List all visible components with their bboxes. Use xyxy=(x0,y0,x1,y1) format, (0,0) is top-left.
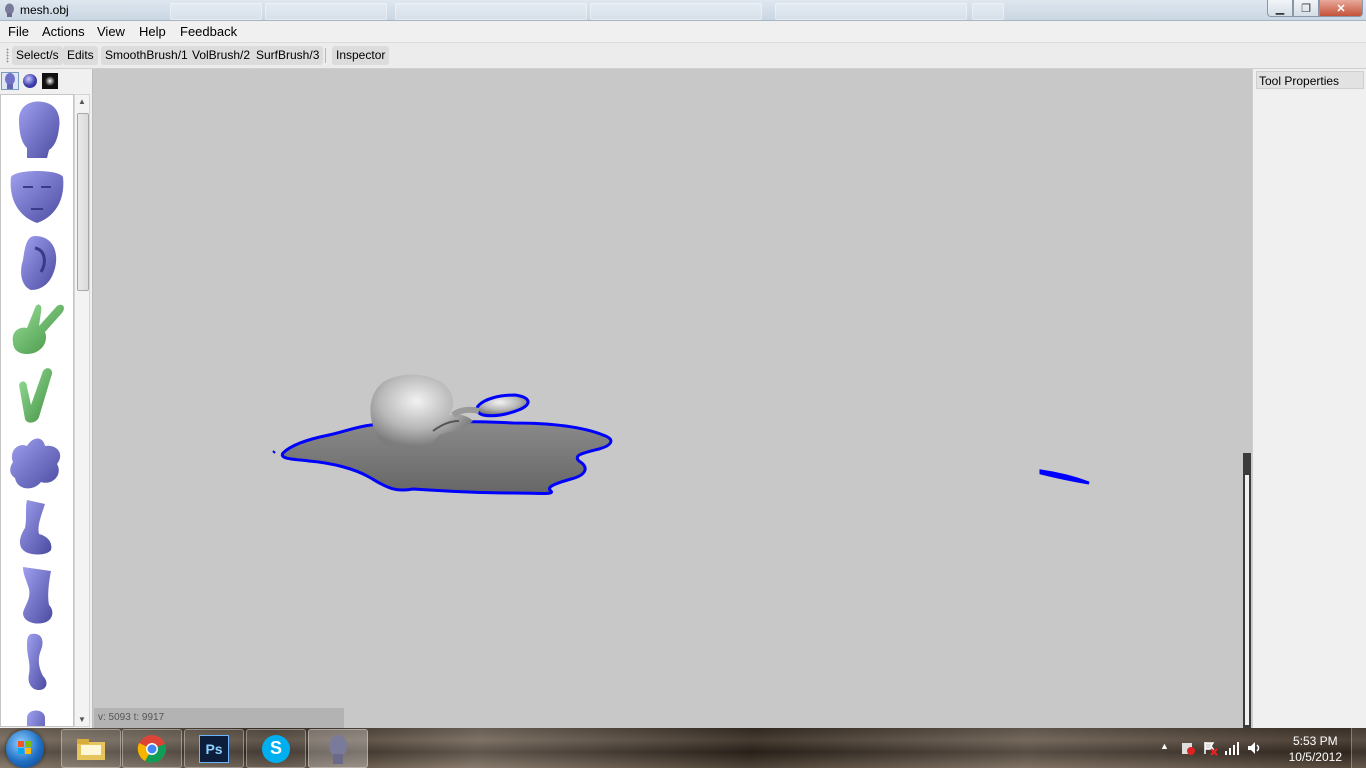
windows-logo-icon xyxy=(18,741,31,754)
skype-label: S xyxy=(262,734,290,763)
toolbar: Select/s Edits SmoothBrush/1 VolBrush/2 … xyxy=(0,43,1366,69)
skype-app-icon[interactable]: S xyxy=(246,729,306,768)
select-button[interactable]: Select/s xyxy=(12,46,63,65)
stray-selection xyxy=(1039,469,1090,485)
menu-bar: File Actions View Help Feedback xyxy=(0,21,1366,43)
mesh-list xyxy=(0,94,74,727)
taskbar: Ps S ▲ 5:53 PM 10/5/2012 xyxy=(0,728,1366,768)
face-mesh-icon[interactable] xyxy=(5,165,69,227)
volbrush-button[interactable]: VolBrush/2 xyxy=(188,46,255,65)
mesh-list-scrollbar[interactable]: ▲ ▼ xyxy=(74,94,90,727)
meshmixer-app-icon[interactable] xyxy=(308,729,368,768)
action-center-icon[interactable] xyxy=(1202,740,1218,756)
ear-mesh-icon[interactable] xyxy=(5,232,69,294)
bunny-mesh-icon[interactable] xyxy=(5,298,69,360)
sphere-tab-icon[interactable] xyxy=(21,72,39,90)
explorer-app-icon[interactable] xyxy=(61,729,121,768)
edits-button[interactable]: Edits xyxy=(63,46,98,65)
photoshop-app-icon[interactable]: Ps xyxy=(184,729,244,768)
show-desktop-button[interactable] xyxy=(1351,728,1366,768)
tool-properties-panel: Tool Properties xyxy=(1252,69,1366,728)
toolbar-separator xyxy=(325,48,326,63)
scrollbar-thumb[interactable] xyxy=(77,113,89,291)
toolbar-grip[interactable] xyxy=(6,48,9,63)
texture-tab-icon[interactable] xyxy=(41,72,59,90)
security-alert-icon[interactable] xyxy=(1180,740,1196,756)
surfbrush-button[interactable]: SurfBrush/3 xyxy=(252,46,324,65)
partial-mesh-icon[interactable] xyxy=(5,698,69,727)
blob-mesh-icon[interactable] xyxy=(5,432,69,494)
smoothbrush-button[interactable]: SmoothBrush/1 xyxy=(101,46,192,65)
show-hidden-icons-arrow-icon[interactable]: ▲ xyxy=(1160,741,1169,751)
inspector-button[interactable]: Inspector xyxy=(332,46,390,65)
menu-help[interactable]: Help xyxy=(139,24,166,39)
ankle-mesh-icon[interactable] xyxy=(5,632,69,694)
3d-viewport[interactable] xyxy=(93,69,1251,728)
system-tray: ▲ 5:53 PM 10/5/2012 xyxy=(1156,728,1366,768)
maximize-button[interactable]: ❐ xyxy=(1293,0,1319,17)
leg-mesh-icon[interactable] xyxy=(5,565,69,627)
start-button[interactable] xyxy=(6,730,44,768)
chrome-app-icon[interactable] xyxy=(122,729,182,768)
tool-properties-header[interactable]: Tool Properties xyxy=(1256,71,1364,89)
foot-mesh-icon[interactable] xyxy=(5,498,69,560)
mesh-stats: v: 5093 t: 9917 xyxy=(94,708,344,728)
menu-feedback[interactable]: Feedback xyxy=(180,24,237,39)
app-head-icon xyxy=(5,3,14,17)
scene-render xyxy=(272,374,1090,495)
close-button[interactable]: ✕ xyxy=(1319,0,1363,17)
network-signal-icon[interactable] xyxy=(1224,740,1240,756)
photoshop-label: Ps xyxy=(199,734,229,763)
scroll-up-arrow-icon[interactable]: ▲ xyxy=(78,97,86,106)
clock-date: 10/5/2012 xyxy=(1288,750,1342,764)
title-bar: mesh.obj ▁ ❐ ✕ xyxy=(0,0,1366,21)
window-title: mesh.obj xyxy=(20,3,69,17)
volume-icon[interactable] xyxy=(1246,740,1262,756)
sculpted-appendage xyxy=(475,393,530,418)
scroll-down-arrow-icon[interactable]: ▼ xyxy=(78,715,86,724)
menu-file[interactable]: File xyxy=(8,24,29,39)
menu-view[interactable]: View xyxy=(97,24,125,39)
mesh-library-panel: ▲ ▼ xyxy=(0,69,93,728)
minimize-button[interactable]: ▁ xyxy=(1267,0,1293,17)
mesh-tab-icon[interactable] xyxy=(1,72,19,90)
clock-time: 5:53 PM xyxy=(1292,734,1338,748)
splitter-track xyxy=(1245,475,1249,725)
head-mesh-icon[interactable] xyxy=(5,98,69,160)
ears-mesh-icon[interactable] xyxy=(5,365,69,427)
background-windows xyxy=(140,2,1240,20)
clock[interactable]: 5:53 PM 10/5/2012 xyxy=(1289,733,1342,765)
menu-actions[interactable]: Actions xyxy=(42,24,85,39)
